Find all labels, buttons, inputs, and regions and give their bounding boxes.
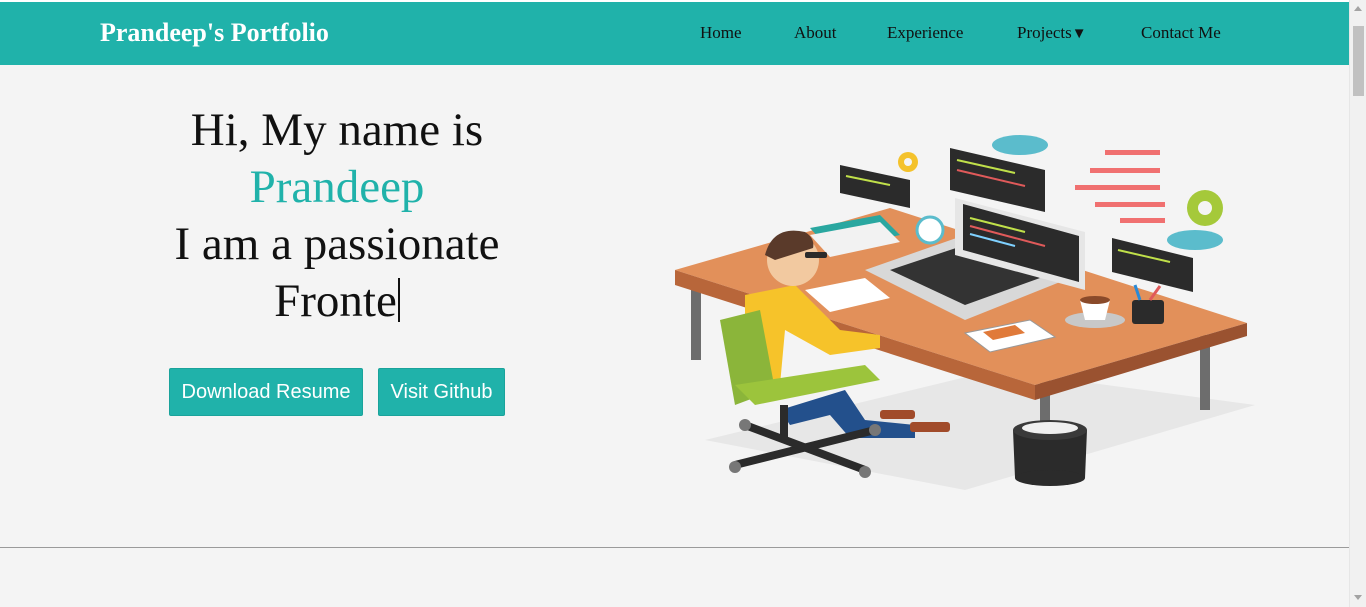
navbar: Prandeep's Portfolio Home About Experien… — [0, 2, 1349, 65]
nav-link-projects[interactable]: Projects▼ — [1017, 23, 1087, 43]
hero-tagline: I am a passionate — [174, 218, 500, 270]
scroll-thumb[interactable] — [1353, 26, 1364, 96]
scroll-up-arrow-icon[interactable] — [1354, 6, 1362, 11]
nav-link-contact[interactable]: Contact Me — [1141, 23, 1221, 43]
nav-link-projects-label: Projects — [1017, 23, 1072, 42]
hero-typed-text: Fronte — [274, 275, 397, 327]
nav-link-home[interactable]: Home — [700, 23, 742, 43]
pen-holder-icon — [1132, 284, 1164, 324]
caret-down-icon: ▼ — [1071, 26, 1087, 42]
scroll-down-arrow-icon[interactable] — [1354, 595, 1362, 600]
hero-name: Prandeep — [249, 161, 425, 213]
hero-typed-line: Fronte — [137, 273, 537, 330]
vertical-scrollbar[interactable] — [1349, 0, 1366, 607]
nav-link-about[interactable]: About — [794, 23, 837, 43]
gear-icon — [898, 152, 1223, 226]
brand-title[interactable]: Prandeep's Portfolio — [100, 18, 329, 48]
download-resume-button[interactable]: Download Resume — [169, 368, 363, 416]
typing-cursor — [397, 278, 400, 322]
hero-intro: Hi, My name is Prandeep I am a passionat… — [137, 102, 537, 330]
developer-desk-illustration — [675, 135, 1255, 490]
trash-bin-icon — [1013, 420, 1087, 486]
clock-icon — [915, 215, 945, 245]
visit-github-button[interactable]: Visit Github — [378, 368, 505, 416]
section-divider — [0, 547, 1349, 548]
hero-greeting: Hi, My name is — [190, 104, 484, 156]
code-stripes — [1075, 150, 1165, 223]
nav-link-experience[interactable]: Experience — [887, 23, 963, 43]
